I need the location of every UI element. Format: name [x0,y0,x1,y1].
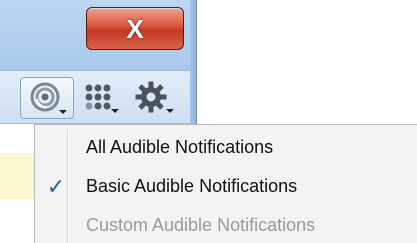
highlighted-row [0,153,34,199]
checkmark-icon: ✓ [46,174,66,199]
dots-grid-icon [85,84,111,110]
menu-item-label: Basic Audible Notifications [86,176,298,196]
menu-item-custom-audible[interactable]: Custom Audible Notifications [35,209,417,243]
chevron-down-icon [59,110,67,114]
dots-grid-button[interactable] [78,77,122,117]
chevron-down-icon [166,109,174,113]
chevron-down-icon [111,109,119,113]
notifications-menu: All Audible Notifications ✓ Basic Audibl… [34,124,417,243]
menu-item-label: All Audible Notifications [86,137,274,157]
close-button[interactable]: X [86,7,184,50]
window-border [190,0,197,125]
toolbar [0,70,190,124]
close-icon: X [126,13,144,44]
settings-button[interactable] [126,77,176,117]
title-bar: X [0,0,190,70]
menu-item-all-audible[interactable]: All Audible Notifications [35,131,417,165]
menu-item-label: Custom Audible Notifications [86,215,316,235]
audible-notifications-button[interactable] [20,77,74,119]
menu-item-basic-audible[interactable]: ✓ Basic Audible Notifications [35,170,417,204]
gear-icon [135,81,167,113]
